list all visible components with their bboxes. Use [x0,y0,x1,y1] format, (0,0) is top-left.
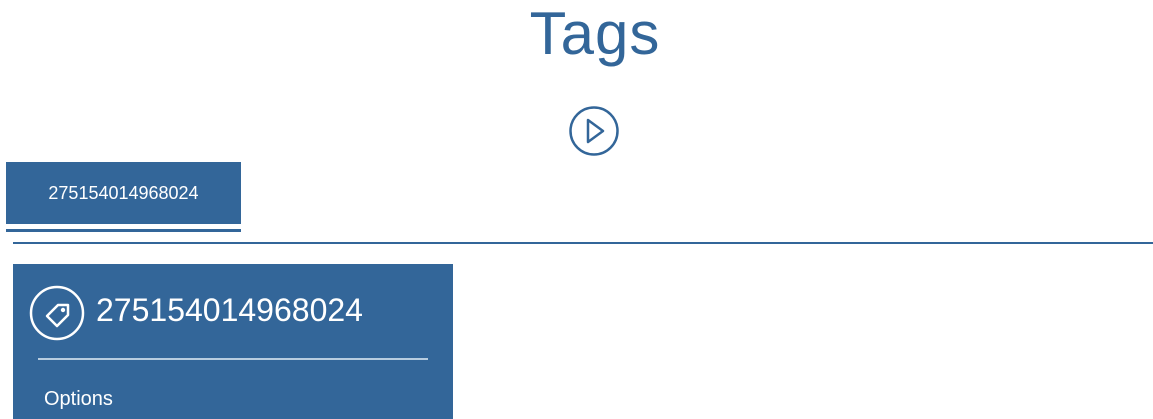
tab-tag[interactable]: 275154014968024 [6,162,241,224]
active-tab-indicator [6,229,241,232]
tag-card: 275154014968024 Options [13,264,453,419]
tag-icon [29,285,85,341]
tab-label: 275154014968024 [48,183,199,203]
card-divider [38,358,428,360]
play-button[interactable] [568,105,620,157]
tag-title: 275154014968024 [96,292,363,328]
section-divider [13,242,1153,244]
options-link[interactable]: Options [44,387,113,411]
tags-page: Tags 275154014968024 275154014968024 Opt… [0,0,1153,419]
page-title: Tags [529,0,661,67]
play-circle-icon [569,106,619,156]
